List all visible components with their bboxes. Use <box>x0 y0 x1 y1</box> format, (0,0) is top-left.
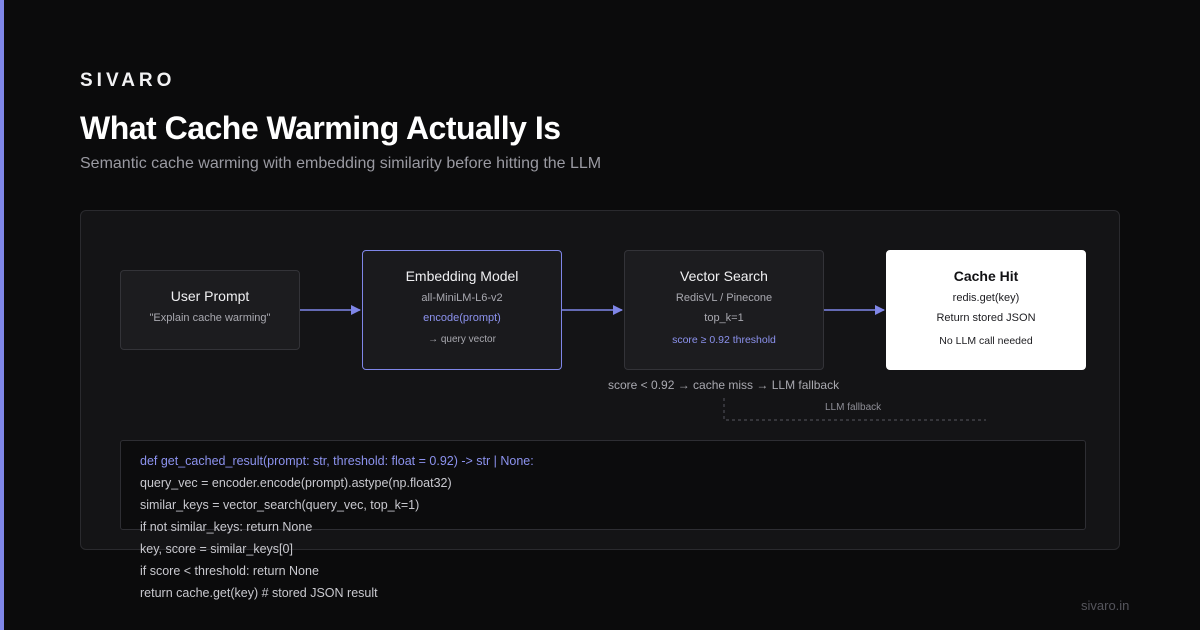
code-line: if not similar_keys: return None <box>140 520 313 534</box>
footer-domain: sivaro.in <box>1081 598 1130 613</box>
node-user-prompt-title: User Prompt <box>170 288 250 304</box>
code-line: similar_keys = vector_search(query_vec, … <box>140 498 420 512</box>
code-line: query_vec = encoder.encode(prompt).astyp… <box>140 476 452 490</box>
code-line: if score < threshold: return None <box>140 564 319 578</box>
node-search-backend: RedisVL / Pinecone <box>675 292 773 304</box>
node-search-title: Vector Search <box>680 268 768 284</box>
node-user-prompt: User Prompt "Explain cache warming" <box>120 270 300 350</box>
code-line: key, score = similar_keys[0] <box>140 542 293 556</box>
node-vector-search: Vector Search RedisVL / Pinecone top_k=1… <box>624 250 824 370</box>
node-hit-return: Return stored JSON <box>936 312 1036 324</box>
node-search-topk: top_k=1 <box>704 312 744 324</box>
node-embedding-model: Embedding Model all-MiniLM-L6-v2 encode(… <box>362 250 562 370</box>
node-embedding-call: encode(prompt) <box>423 312 501 324</box>
node-user-prompt-example: "Explain cache warming" <box>149 312 271 324</box>
node-search-threshold: score ≥ 0.92 threshold <box>672 334 776 346</box>
node-hit-get: redis.get(key) <box>952 292 1020 304</box>
code-line: return cache.get(key) # stored JSON resu… <box>140 586 378 600</box>
node-embedding-model-name: all-MiniLM-L6-v2 <box>421 292 503 304</box>
cache-miss-note: score < 0.92 → cache miss → LLM fallback <box>608 378 840 392</box>
code-line-signature: def get_cached_result(prompt: str, thres… <box>140 454 534 468</box>
node-hit-note: No LLM call needed <box>939 335 1033 347</box>
node-hit-title: Cache Hit <box>953 268 1019 284</box>
fallback-label: LLM fallback <box>825 402 882 413</box>
node-cache-hit: Cache Hit redis.get(key) Return stored J… <box>886 250 1086 370</box>
node-embedding-title: Embedding Model <box>405 268 519 284</box>
node-embedding-output: → query vector <box>428 334 496 345</box>
